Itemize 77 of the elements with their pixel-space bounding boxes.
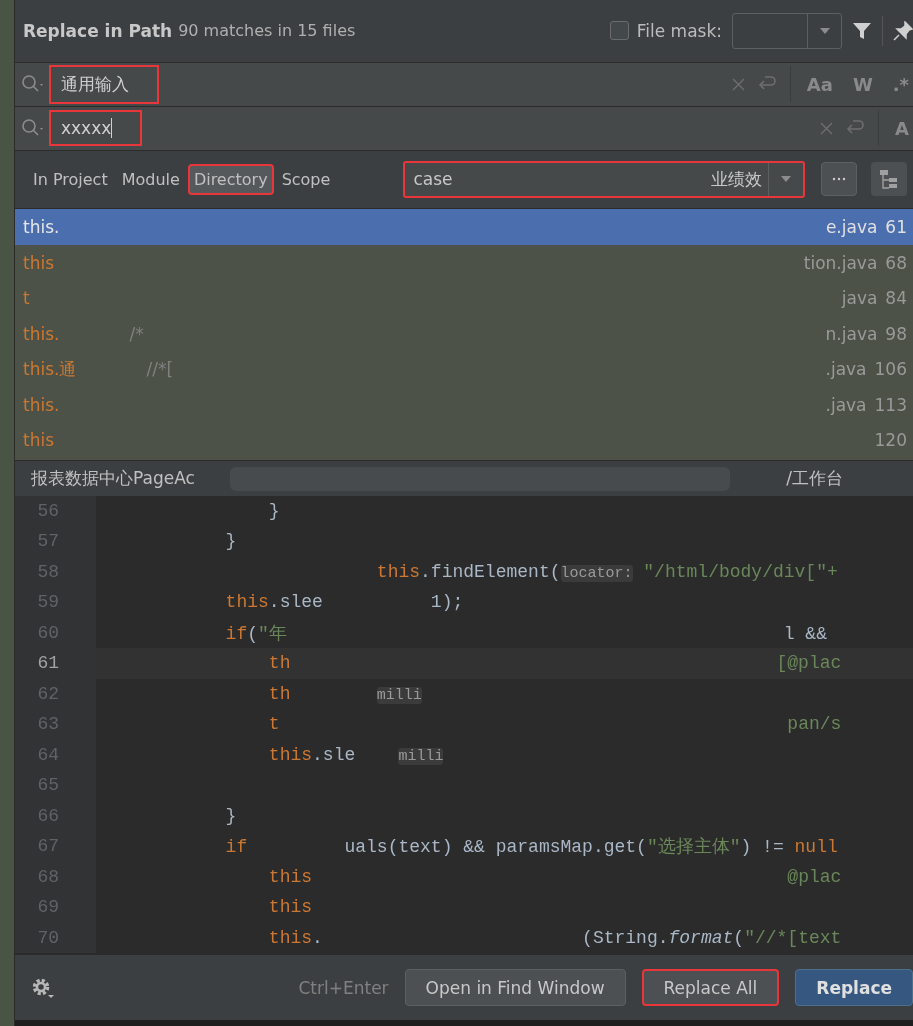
more-icon[interactable] xyxy=(832,177,847,182)
close-icon[interactable] xyxy=(819,120,835,136)
result-row[interactable]: this. e.java 61 xyxy=(15,209,913,245)
result-file: tion.java xyxy=(803,252,878,273)
result-row[interactable]: this. /* n.java 98 xyxy=(15,315,913,352)
code-line: th [@plac xyxy=(267,653,842,674)
result-row[interactable]: this tion.java 68 xyxy=(15,244,913,281)
file-mask-checkbox[interactable] xyxy=(609,21,629,41)
directory-start: case xyxy=(413,169,453,190)
result-line: 84 xyxy=(885,288,907,309)
dialog-button[interactable]: Replace All xyxy=(641,969,780,1007)
tree-icon[interactable] xyxy=(879,169,900,190)
result-line: 106 xyxy=(874,359,907,380)
result-file: n.java xyxy=(825,323,878,344)
result-code: this. xyxy=(23,217,60,238)
result-line: 68 xyxy=(885,252,907,273)
result-code: this. xyxy=(23,394,60,415)
result-code: t xyxy=(23,288,30,309)
scope-tab[interactable]: Scope xyxy=(275,163,337,195)
scope-tab[interactable]: Directory xyxy=(187,163,274,195)
search-field[interactable]: 通用输入 xyxy=(49,64,159,104)
result-comment: //*[ xyxy=(146,359,174,380)
result-comment: /* xyxy=(129,323,144,344)
directory-combo[interactable]: case 业绩效 xyxy=(403,160,806,198)
option-toggle[interactable]: W xyxy=(848,73,877,95)
file-path: 报表数据中心PageAc xyxy=(31,466,195,490)
tree-view-button[interactable] xyxy=(871,162,908,197)
code-line: this.slee 1); xyxy=(224,592,464,613)
code-line: } xyxy=(224,531,237,552)
code-line: this xyxy=(267,897,313,918)
code-line: th milli xyxy=(267,683,422,704)
close-icon[interactable] xyxy=(730,76,746,92)
result-row[interactable]: this. .java 113 xyxy=(15,386,913,423)
result-code: this xyxy=(23,252,55,273)
dialog-button[interactable]: Open in Find Window xyxy=(404,969,626,1007)
result-line: 98 xyxy=(885,323,907,344)
result-file: e.java xyxy=(825,217,878,238)
code-line: this @plac xyxy=(267,866,842,887)
directory-end: 业绩效 xyxy=(711,167,763,191)
result-row[interactable]: this 120 xyxy=(15,422,913,458)
result-file: .java xyxy=(825,394,867,415)
file-mask-label: File mask: xyxy=(636,20,722,41)
option-toggle[interactable]: Aa xyxy=(802,73,837,95)
filter-icon[interactable] xyxy=(852,20,872,41)
dialog-button[interactable]: Replace xyxy=(795,969,913,1007)
caret-icon[interactable] xyxy=(780,175,793,184)
pin-icon[interactable] xyxy=(893,20,913,41)
shortcut-hint: Ctrl+Enter xyxy=(298,977,389,998)
result-row[interactable]: t java 84 xyxy=(15,280,913,316)
result-code: this. xyxy=(23,323,60,344)
code-line: } xyxy=(267,500,280,521)
caret-icon[interactable] xyxy=(818,26,831,35)
settings-icon[interactable] xyxy=(31,976,55,999)
code-line: t pan/s xyxy=(267,714,842,735)
result-line: 120 xyxy=(874,430,907,451)
match-count: 90 matches in 15 files xyxy=(178,21,356,41)
scope-tab[interactable]: Module xyxy=(115,163,186,195)
result-row[interactable]: this.通 //*[ .java 106 xyxy=(15,351,913,387)
code-line: if("年 l && xyxy=(224,622,827,645)
result-file: .java xyxy=(825,359,867,380)
code-line: } xyxy=(224,805,237,826)
file-mask-combo[interactable] xyxy=(732,12,842,49)
option-toggle[interactable]: .* xyxy=(888,73,913,95)
result-line: 113 xyxy=(874,394,907,415)
code-line: this.sle milli xyxy=(267,744,444,765)
code-line: this.findElement(locator: "/html/body/div["+ xyxy=(375,561,838,582)
scope-tab[interactable]: In Project xyxy=(27,163,114,195)
replace-field[interactable]: xxxxx xyxy=(49,110,143,147)
file-path: /工作台 xyxy=(786,466,843,490)
dialog-title: Replace in Path xyxy=(23,20,173,41)
result-code: this xyxy=(23,430,55,451)
code-line: if uals(text) && paramsMap.get("选择主体") != null xyxy=(224,836,838,859)
result-code: this.通 xyxy=(23,357,77,381)
code-line: this. (String.format("//*[text xyxy=(267,927,842,948)
result-line: 61 xyxy=(885,217,907,238)
result-file: java xyxy=(841,288,878,309)
option-toggle[interactable]: A xyxy=(891,117,913,139)
